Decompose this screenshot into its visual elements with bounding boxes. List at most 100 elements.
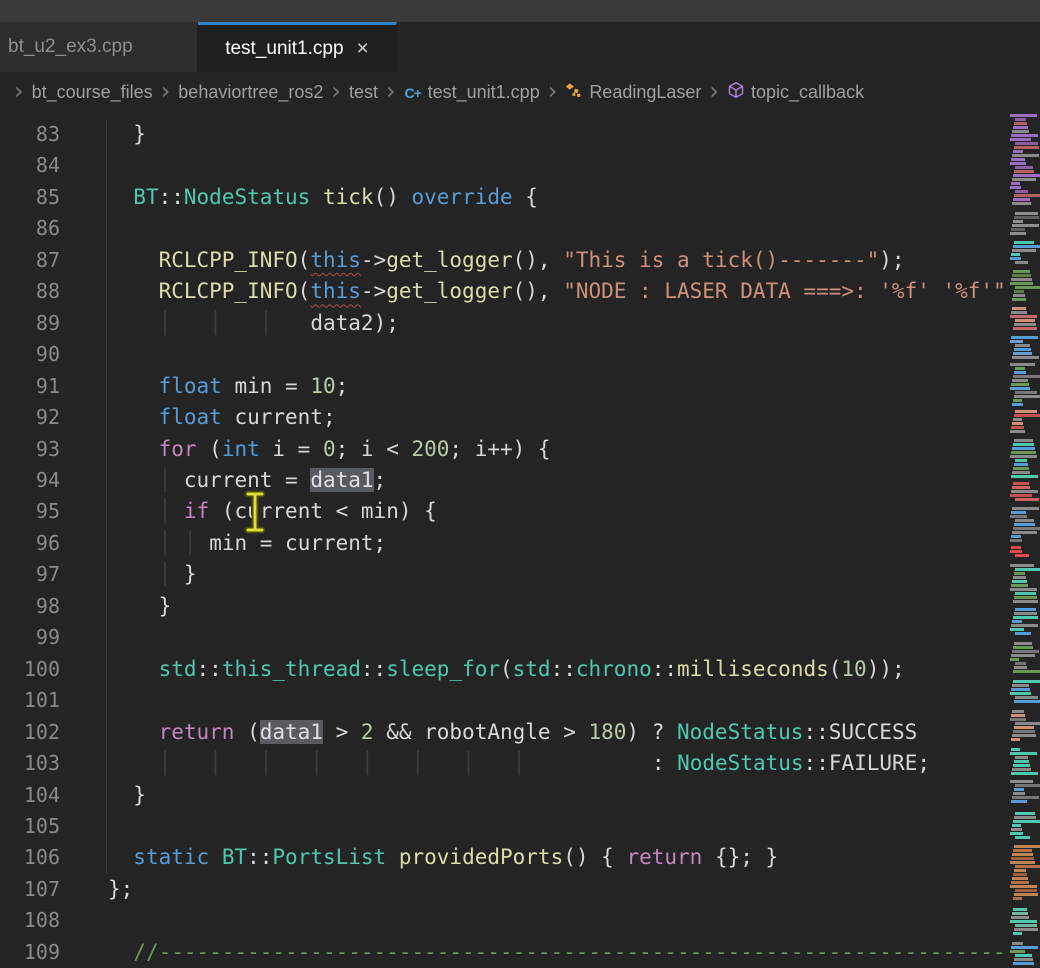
minimap-code-row <box>1011 253 1020 256</box>
word-highlight: data1 <box>260 720 323 744</box>
minimap-code-row <box>1014 371 1026 374</box>
minimap-code-row <box>1012 824 1021 827</box>
minimap-code-row <box>1011 134 1038 137</box>
minimap-code-row <box>1013 849 1032 852</box>
code-line-99[interactable]: 99 <box>0 622 1007 653</box>
code-text: RCLCPP_INFO(this->get_logger(), "This is… <box>108 245 905 276</box>
minimap-code-row <box>1012 422 1023 425</box>
minimap-code-row <box>1013 932 1022 935</box>
code-line-89[interactable]: 89 │ │ │ data2); <box>0 308 1007 339</box>
minimap-code-row <box>1010 430 1025 433</box>
minimap-code-row <box>1015 865 1040 868</box>
code-line-94[interactable]: 94 │ current = data1; <box>0 465 1007 496</box>
indent-guide: │ <box>260 751 273 775</box>
minimap-code-row <box>1015 592 1036 595</box>
minimap-code-row <box>1014 146 1039 149</box>
indent-guide: │ <box>159 562 172 586</box>
minimap-code-row <box>1010 885 1037 888</box>
minimap-code-row <box>1013 670 1040 673</box>
minimap-code-row <box>1012 486 1030 489</box>
minimap-code-row <box>1012 249 1036 252</box>
tab-test_unit1.cpp[interactable]: test_unit1.cpp× <box>198 22 397 72</box>
minimap-code-row <box>1014 414 1040 417</box>
minimap-code-row <box>1011 228 1025 231</box>
code-line-90[interactable]: 90 <box>0 339 1007 370</box>
code-line-105[interactable]: 105 <box>0 811 1007 842</box>
code-text: │ │ min = current; <box>108 528 386 559</box>
minimap-code-row <box>1012 178 1036 181</box>
minimap-code-row <box>1014 439 1033 442</box>
title-bar <box>0 0 1040 22</box>
minimap-code-row <box>1010 588 1037 591</box>
code-line-104[interactable]: 104 } <box>0 780 1007 811</box>
code-line-96[interactable]: 96 │ │ min = current; <box>0 528 1007 559</box>
minimap-code-row <box>1011 748 1020 751</box>
tab-label: bt_u2_ex3.cpp <box>8 36 133 58</box>
minimap-code-row <box>1015 519 1034 522</box>
code-line-101[interactable]: 101 <box>0 685 1007 716</box>
minimap-code-row <box>1015 568 1040 571</box>
minimap-code-row <box>1014 572 1025 575</box>
code-text: │ if (current < min) { <box>108 496 437 527</box>
minimap-code-row <box>1012 471 1030 474</box>
minimap-code-row <box>1015 889 1037 892</box>
breadcrumb-item-test_unit1.cpp[interactable]: C+test_unit1.cpp <box>404 82 540 103</box>
code-line-108[interactable]: 108 <box>0 905 1007 936</box>
minimap-code-row <box>1013 897 1022 900</box>
code-line-106[interactable]: 106 static BT::PortsList providedPorts()… <box>0 842 1007 873</box>
minimap-code-row <box>1010 186 1021 189</box>
minimap-code-row <box>1013 482 1029 485</box>
code-line-97[interactable]: 97 │ } <box>0 559 1007 590</box>
code-line-100[interactable]: 100 std::this_thread::sleep_for(std::chr… <box>0 654 1007 685</box>
breadcrumb-item-bt_course_files[interactable]: bt_course_files <box>32 82 153 103</box>
minimap-code-row <box>1014 170 1034 173</box>
minimap[interactable] <box>1007 112 1040 968</box>
code-editor[interactable]: 83 }8485 BT::NodeStatus tick() override … <box>0 112 1007 968</box>
code-line-91[interactable]: 91 float min = 10; <box>0 371 1007 402</box>
minimap-code-row <box>1013 198 1030 201</box>
code-line-93[interactable]: 93 for (int i = 0; i < 200; i++) { <box>0 434 1007 465</box>
code-line-85[interactable]: 85 BT::NodeStatus tick() override { <box>0 182 1007 213</box>
minimap-code-row <box>1010 138 1031 141</box>
code-line-83[interactable]: 83 } <box>0 119 1007 150</box>
breadcrumb-item-behaviortree_ros2[interactable]: behaviortree_ros2 <box>178 82 323 103</box>
minimap-code-row <box>1013 418 1022 421</box>
minimap-code-row <box>1015 722 1040 725</box>
close-tab-icon[interactable]: × <box>357 38 369 59</box>
code-text: RCLCPP_INFO(this->get_logger(), "NODE : … <box>108 276 1007 307</box>
code-line-102[interactable]: 102 return (data1 > 2 && robotAngle > 18… <box>0 717 1007 748</box>
code-line-103[interactable]: 103 │ │ │ │ │ │ │ │ : NodeStatus::FAILUR… <box>0 748 1007 779</box>
code-line-86[interactable]: 86 <box>0 213 1007 244</box>
code-line-95[interactable]: 95 │ if (current < min) { <box>0 496 1007 527</box>
minimap-code-row <box>1013 467 1029 470</box>
minimap-code-row <box>1012 379 1028 382</box>
minimap-code-row <box>1010 564 1034 567</box>
line-number: 92 <box>0 402 60 433</box>
code-line-84[interactable]: 84 <box>0 150 1007 181</box>
tab-bt_u2_ex3.cpp[interactable]: bt_u2_ex3.cpp <box>0 22 198 72</box>
code-line-87[interactable]: 87 RCLCPP_INFO(this->get_logger(), "This… <box>0 245 1007 276</box>
breadcrumb-item-ReadingLaser[interactable]: ReadingLaser <box>565 81 701 104</box>
line-number: 86 <box>0 213 60 244</box>
minimap-code-row <box>1015 608 1036 611</box>
code-line-98[interactable]: 98 } <box>0 591 1007 622</box>
breadcrumb-item-topic_callback[interactable]: topic_callback <box>727 81 864 104</box>
line-number: 83 <box>0 119 60 150</box>
code-text: float min = 10; <box>108 371 348 402</box>
minimap-code-row <box>1010 539 1022 542</box>
indent-guide: │ <box>159 499 172 523</box>
minimap-code-row <box>1012 154 1039 157</box>
minimap-code-row <box>1011 916 1029 919</box>
code-line-107[interactable]: 107}; <box>0 874 1007 905</box>
minimap-code-row <box>1013 646 1033 649</box>
code-line-109[interactable]: 109 //----------------------------------… <box>0 937 1007 968</box>
minimap-code-row <box>1015 784 1040 787</box>
minimap-code-row <box>1015 319 1035 322</box>
code-text: } <box>108 780 146 811</box>
breadcrumb-item-test[interactable]: test <box>349 82 378 103</box>
indent-guide: │ <box>361 751 374 775</box>
code-line-92[interactable]: 92 float current; <box>0 402 1007 433</box>
indent-guide: │ <box>310 751 323 775</box>
code-line-88[interactable]: 88 RCLCPP_INFO(this->get_logger(), "NODE… <box>0 276 1007 307</box>
minimap-code-row <box>1015 632 1031 635</box>
